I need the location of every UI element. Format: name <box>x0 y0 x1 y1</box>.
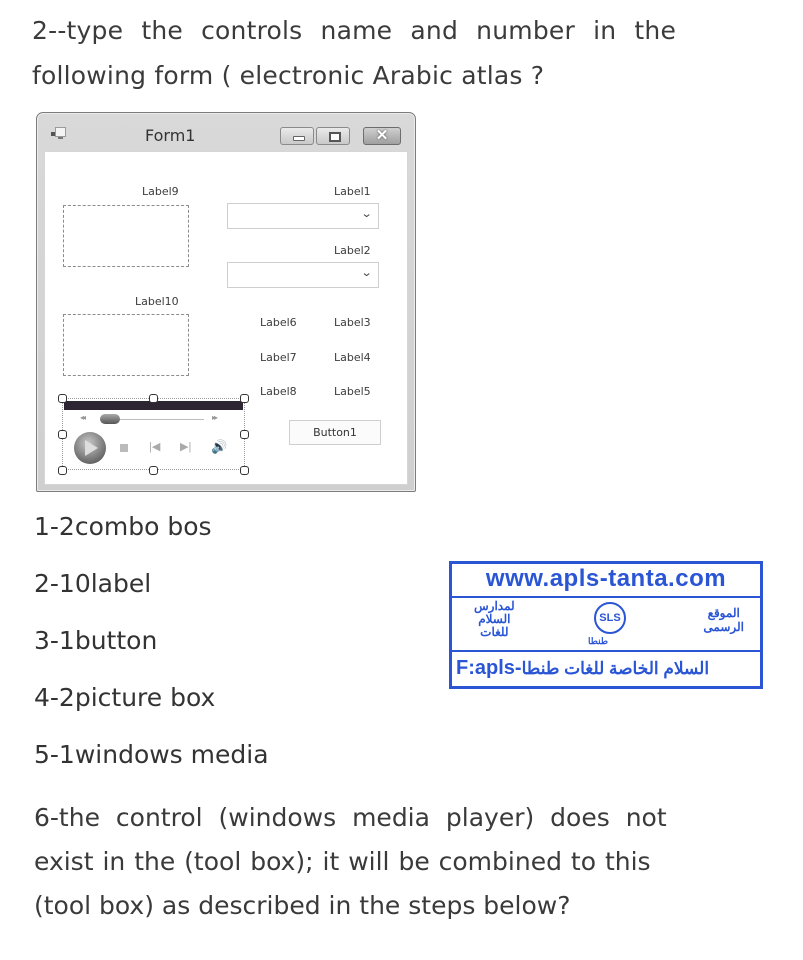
label7: Label7 <box>260 351 297 364</box>
volume-icon[interactable]: 🔊 <box>211 439 227 455</box>
previous-track-icon[interactable]: |◀ <box>149 440 160 453</box>
resize-handle[interactable] <box>58 394 67 403</box>
stamp-url: www.apls-tanta.com <box>452 564 760 598</box>
maximize-icon <box>329 132 341 142</box>
stamp-left-line: للغات <box>480 625 509 639</box>
stamp-right-text: الموقع الرسمى <box>703 606 744 634</box>
stamp-right-line: الرسمى <box>703 620 744 634</box>
windows-media-player[interactable]: ◂◂ ▸▸ |◀ ▶| 🔊 <box>58 394 249 475</box>
resize-handle[interactable] <box>58 466 67 475</box>
question-6: 6-the control (windows media player) doe… <box>34 796 734 928</box>
next-track-icon[interactable]: ▶| <box>180 440 191 453</box>
title-bar: Form1 ✕ <box>37 113 415 151</box>
stamp-bottom: F:apls-السلام الخاصة للغات طنطا <box>452 650 760 686</box>
resize-handle[interactable] <box>240 394 249 403</box>
close-button[interactable]: ✕ <box>363 127 401 145</box>
question6-line-3: (tool box) as described in the steps bel… <box>34 891 571 920</box>
resize-handle[interactable] <box>240 430 249 439</box>
fast-forward-icon[interactable]: ▸▸ <box>212 413 218 422</box>
label9: Label9 <box>142 185 179 198</box>
school-stamp: www.apls-tanta.com لمدارس السلام للغات S… <box>449 561 763 689</box>
label10: Label10 <box>135 295 179 308</box>
resize-handle[interactable] <box>58 430 67 439</box>
resize-handle[interactable] <box>149 466 158 475</box>
chevron-down-icon: ⌄ <box>360 208 373 220</box>
resize-handle[interactable] <box>240 466 249 475</box>
label3: Label3 <box>334 316 371 329</box>
answer-item: 3-1button <box>34 626 158 655</box>
play-button[interactable] <box>74 432 106 464</box>
chevron-down-icon: ⌄ <box>360 267 373 279</box>
answer-item: 2-10label <box>34 569 152 598</box>
question6-line-2: exist in the (tool box); it will be comb… <box>34 847 651 876</box>
minimize-button[interactable] <box>280 127 314 145</box>
stop-icon[interactable] <box>120 444 128 452</box>
combo-box-2[interactable]: ⌄ <box>227 262 379 288</box>
sls-logo: SLS <box>594 602 626 634</box>
answer-item: 4-2picture box <box>34 683 216 712</box>
form-app-icon <box>51 127 66 139</box>
stamp-left-text: لمدارس السلام للغات <box>474 600 515 639</box>
stamp-middle: لمدارس السلام للغات SLS طنطا الموقع الرس… <box>452 598 760 650</box>
seek-thumb[interactable] <box>100 414 120 424</box>
question-line-2: following form ( electronic Arabic atlas… <box>32 61 545 90</box>
answer-item: 1-2combo bos <box>34 512 212 541</box>
form-client-area: Label9 Label10 Label1 ⌄ Label2 ⌄ Label6 … <box>44 151 408 485</box>
stamp-bottom-arabic: السلام الخاصة للغات طنطا <box>521 659 710 678</box>
resize-handle[interactable] <box>149 394 158 403</box>
stamp-logo-caption: طنطا <box>588 636 609 646</box>
question-heading: 2--type the controls name and number in … <box>32 8 752 98</box>
label5: Label5 <box>334 385 371 398</box>
stamp-right-line: الموقع <box>707 606 740 620</box>
label8: Label8 <box>260 385 297 398</box>
label1: Label1 <box>334 185 371 198</box>
maximize-button[interactable] <box>316 127 350 145</box>
button1[interactable]: Button1 <box>289 420 381 445</box>
answer-item: 5-1windows media <box>34 740 269 769</box>
label4: Label4 <box>334 351 371 364</box>
question-line-1: 2--type the controls name and number in … <box>32 16 677 45</box>
stamp-facebook: F:apls- <box>456 657 522 679</box>
play-icon <box>85 440 98 456</box>
picture-box-1[interactable] <box>63 205 189 267</box>
window-title: Form1 <box>145 126 196 145</box>
close-icon: ✕ <box>375 127 389 144</box>
picture-box-2[interactable] <box>63 314 189 376</box>
label6: Label6 <box>260 316 297 329</box>
label2: Label2 <box>334 244 371 257</box>
question6-line-1: 6-the control (windows media player) doe… <box>34 803 667 832</box>
rewind-icon[interactable]: ◂◂ <box>80 413 86 422</box>
minimize-icon <box>293 136 305 141</box>
combo-box-1[interactable]: ⌄ <box>227 203 379 229</box>
form1-window: Form1 ✕ Label9 Label10 Label1 ⌄ Label2 ⌄… <box>36 112 416 492</box>
